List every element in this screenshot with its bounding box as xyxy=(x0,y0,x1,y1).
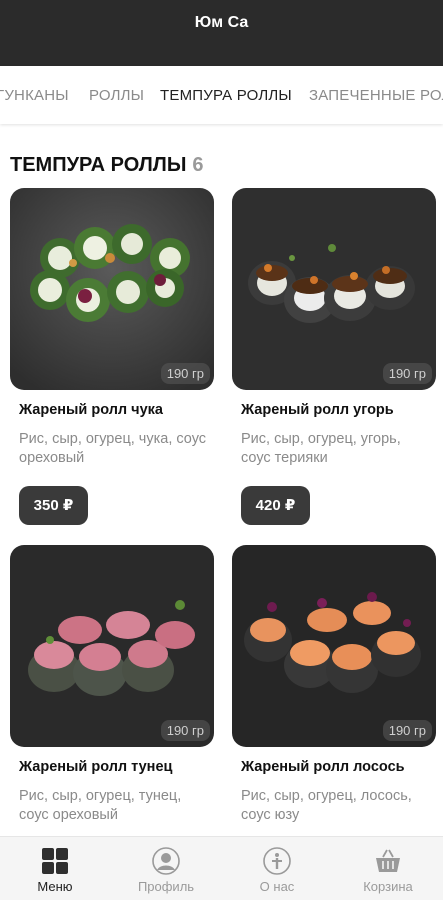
nav-about[interactable]: О нас xyxy=(222,837,332,900)
product-name: Жареный ролл угорь xyxy=(241,402,394,418)
nav-about-label: О нас xyxy=(259,879,295,894)
section-title-text: ТЕМПУРА РОЛЛЫ xyxy=(10,154,187,176)
price-button[interactable]: 420 ₽ xyxy=(241,486,310,525)
product-name: Жареный ролл лосось xyxy=(241,759,405,775)
nav-menu[interactable]: Меню xyxy=(0,837,110,900)
product-photo[interactable]: 190 гр xyxy=(10,545,214,747)
weight-badge: 190 гр xyxy=(160,363,210,384)
product-name: Жареный ролл тунец xyxy=(19,759,173,775)
app-header: Юм Са xyxy=(0,0,443,66)
weight-badge: 190 гр xyxy=(382,363,432,384)
section-title: ТЕМПУРА РОЛЛЫ 6 xyxy=(10,154,204,177)
tab-baked-rolls[interactable]: ЗАПЕЧЕННЫЕ РОЛЛЫ xyxy=(309,87,443,104)
basket-icon xyxy=(376,849,400,872)
tab-tempura-rolls[interactable]: ТЕМПУРА РОЛЛЫ xyxy=(160,87,292,104)
category-tabs[interactable]: ГУНКАНЫ РОЛЛЫ ТЕМПУРА РОЛЛЫ ЗАПЕЧЕННЫЕ Р… xyxy=(0,66,443,124)
app-title: Юм Са xyxy=(194,14,249,31)
product-description: Рис, сыр, огурец, угорь, соус терияки xyxy=(241,431,401,466)
product-photo[interactable]: 190 гр xyxy=(10,188,214,390)
weight-badge: 190 гр xyxy=(160,720,210,741)
product-description: Рис, сыр, огурец, тунец, соус ореховый xyxy=(19,788,182,823)
info-icon xyxy=(263,847,291,875)
product-photo[interactable]: 190 гр xyxy=(232,188,436,390)
tab-gunkany[interactable]: ГУНКАНЫ xyxy=(0,87,69,104)
nav-profile[interactable]: Профиль xyxy=(111,837,221,900)
grid-icon xyxy=(42,848,68,874)
nav-cart[interactable]: Корзина xyxy=(333,837,443,900)
profile-icon xyxy=(152,847,180,875)
product-name: Жареный ролл чука xyxy=(19,402,163,418)
tab-rolls[interactable]: РОЛЛЫ xyxy=(89,87,144,104)
product-description: Рис, сыр, огурец, чука, соус ореховый xyxy=(19,431,207,466)
section-count: 6 xyxy=(192,154,204,176)
nav-cart-label: Корзина xyxy=(363,879,413,894)
weight-badge: 190 гр xyxy=(382,720,432,741)
nav-profile-label: Профиль xyxy=(137,879,195,894)
nav-menu-label: Меню xyxy=(37,879,73,894)
product-photo[interactable]: 190 гр xyxy=(232,545,436,747)
price-button[interactable]: 350 ₽ xyxy=(19,486,88,525)
product-description: Рис, сыр, огурец, лосось, соус юзу xyxy=(241,788,412,823)
bottom-navigation: Меню Профиль О нас Корзина xyxy=(0,836,443,900)
